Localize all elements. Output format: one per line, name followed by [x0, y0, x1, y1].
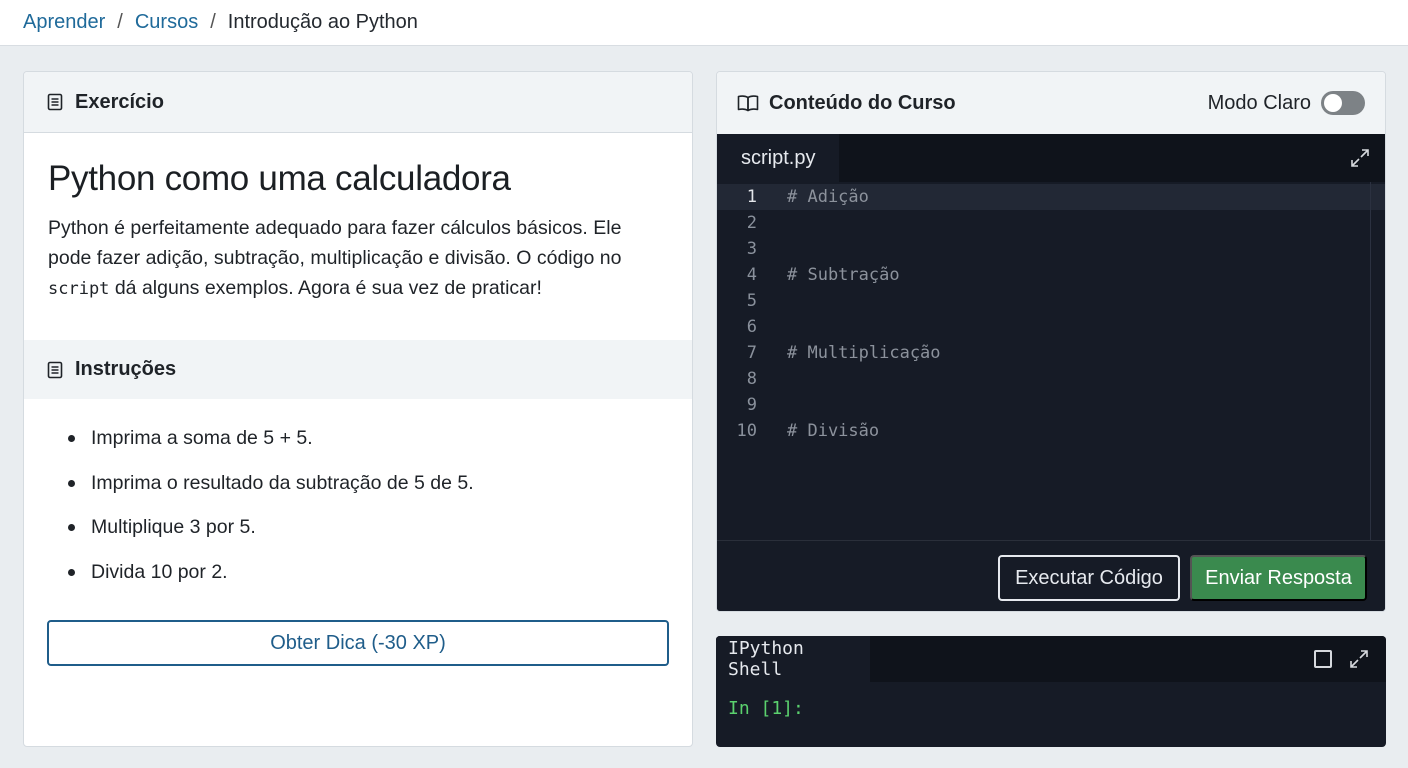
breadcrumb-link-cursos[interactable]: Cursos	[135, 11, 198, 34]
description-text: Python é perfeitamente adequado para faz…	[48, 217, 622, 269]
ipython-shell: IPython Shell In [1]:	[716, 636, 1386, 747]
line-number: 3	[746, 239, 757, 259]
tab-script-py[interactable]: script.py	[717, 134, 840, 182]
light-mode-label: Modo Claro	[1207, 91, 1311, 114]
instruction-item: Imprima a soma de 5 + 5.	[68, 425, 692, 470]
exercise-description: Python é perfeitamente adequado para faz…	[48, 213, 668, 304]
expand-icon[interactable]	[1348, 648, 1370, 670]
code-line[interactable]: 3	[717, 236, 1385, 262]
instruction-item: Imprima o resultado da subtração de 5 de…	[68, 470, 692, 515]
course-content-title: Conteúdo do Curso	[737, 92, 956, 115]
editor-scrollbar[interactable]	[1370, 182, 1371, 540]
exercise-body: Python como uma calculadora Python é per…	[24, 133, 692, 340]
code-line[interactable]: 8	[717, 366, 1385, 392]
shell-prompt[interactable]: In [1]:	[728, 698, 804, 719]
code-line[interactable]: 6	[717, 314, 1385, 340]
code-line[interactable]: 9	[717, 392, 1385, 418]
description-text: dá alguns exemplos. Agora é sua vez de p…	[109, 277, 542, 299]
instructions-list: Imprima a soma de 5 + 5. Imprima o resul…	[24, 399, 692, 603]
exercise-header-label: Exercício	[75, 90, 164, 113]
breadcrumb-separator: /	[210, 11, 216, 33]
description-code: script	[48, 279, 110, 299]
exercise-panel: Exercício Python como uma calculadora Py…	[23, 71, 693, 747]
submit-answer-button[interactable]: Enviar Resposta	[1190, 555, 1367, 601]
square-icon[interactable]	[1314, 650, 1332, 668]
toggle-knob	[1324, 94, 1342, 112]
editor-tab-bar: script.py	[717, 134, 1385, 182]
editor-footer: Executar Código Enviar Resposta	[717, 540, 1385, 611]
code-line[interactable]: 1 # Adição	[717, 184, 1385, 210]
tab-ipython-shell[interactable]: IPython Shell	[716, 636, 870, 682]
code-text: # Adição	[787, 187, 869, 207]
code-text: # Subtração	[787, 265, 900, 285]
line-number: 8	[746, 369, 757, 389]
expand-icon[interactable]	[1349, 147, 1371, 169]
breadcrumb-current: Introdução ao Python	[227, 11, 418, 33]
instruction-item: Divida 10 por 2.	[68, 559, 692, 604]
line-number: 6	[746, 317, 757, 337]
code-line[interactable]: 5	[717, 288, 1385, 314]
line-number: 4	[746, 265, 757, 285]
code-text: # Divisão	[787, 421, 880, 441]
code-line[interactable]: 4 # Subtração	[717, 262, 1385, 288]
exercise-title: Python como uma calculadora	[48, 159, 511, 198]
code-line[interactable]: 10 # Divisão	[717, 418, 1385, 444]
line-number: 10	[736, 421, 757, 441]
code-line[interactable]: 7 # Multiplicação	[717, 340, 1385, 366]
breadcrumb-link-aprender[interactable]: Aprender	[23, 11, 105, 34]
instructions-header-label: Instruções	[75, 358, 177, 380]
breadcrumb-separator: /	[117, 11, 123, 33]
document-icon	[47, 361, 63, 378]
line-number: 2	[746, 213, 757, 233]
line-number: 1	[746, 187, 757, 207]
code-editor: script.py 1 # Adição 2 3 4 # Subtração 5 6…	[717, 134, 1385, 611]
code-text: # Multiplicação	[787, 343, 941, 363]
instructions-header: Instruções	[24, 340, 692, 399]
run-code-button[interactable]: Executar Código	[998, 555, 1180, 601]
course-content-label: Conteúdo do Curso	[769, 91, 956, 114]
instruction-item: Multiplique 3 por 5.	[68, 514, 692, 559]
light-mode-control: Modo Claro	[1208, 91, 1365, 115]
get-hint-button[interactable]: Obter Dica (-30 XP)	[47, 620, 669, 666]
light-mode-toggle[interactable]	[1321, 91, 1365, 115]
exercise-header: Exercício	[24, 72, 692, 133]
code-area[interactable]: 1 # Adição 2 3 4 # Subtração 5 6 7 # Multip…	[717, 182, 1385, 540]
course-content-panel: Conteúdo do Curso Modo Claro script.py 1…	[716, 71, 1386, 612]
line-number: 9	[746, 395, 757, 415]
course-content-header: Conteúdo do Curso Modo Claro	[717, 72, 1385, 134]
line-number: 7	[746, 343, 757, 363]
breadcrumb: Aprender / Cursos / Introdução ao Python	[0, 0, 1408, 46]
shell-tab-bar: IPython Shell	[716, 636, 1386, 682]
document-icon	[47, 93, 63, 111]
book-icon	[737, 95, 759, 112]
code-line[interactable]: 2	[717, 210, 1385, 236]
line-number: 5	[746, 291, 757, 311]
